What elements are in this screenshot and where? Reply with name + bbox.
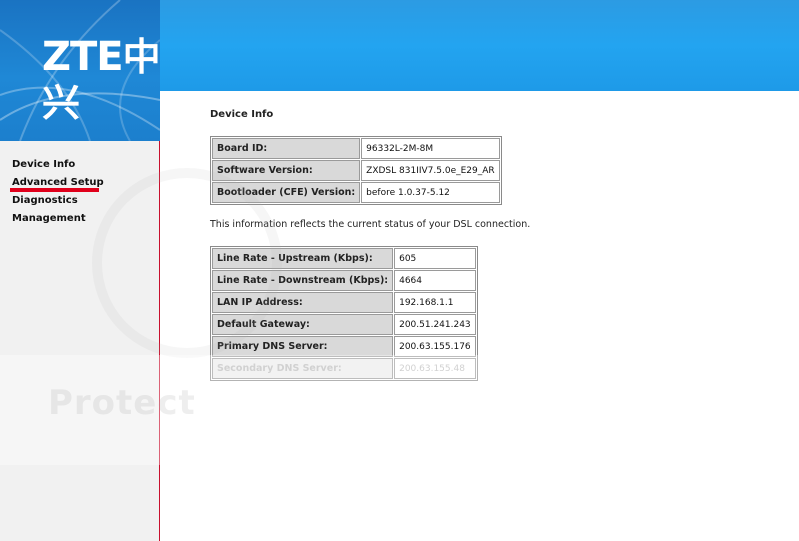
annotation-underline xyxy=(10,188,99,192)
sidebar-item-diagnostics[interactable]: Diagnostics xyxy=(12,195,78,206)
sidebar-item-device-info[interactable]: Device Info xyxy=(12,159,75,170)
default-gateway-value: 200.51.241.243 xyxy=(394,314,476,335)
sidebar-item-management[interactable]: Management xyxy=(12,213,86,224)
watermark-circle xyxy=(92,168,282,358)
downstream-rate-value: 4664 xyxy=(394,270,476,291)
table-row: Software Version: ZXDSL 831IIV7.5.0e_E29… xyxy=(212,160,500,181)
software-version-value: ZXDSL 831IIV7.5.0e_E29_AR xyxy=(361,160,500,181)
zte-logo: ZTE中兴 xyxy=(42,34,160,126)
watermark-text: Protect xyxy=(48,383,196,423)
board-id-label: Board ID: xyxy=(212,138,361,159)
logo-panel: ZTE中兴 xyxy=(0,0,160,141)
bootloader-version-value: before 1.0.37-5.12 xyxy=(361,182,500,203)
board-id-value: 96332L-2M-8M xyxy=(361,138,500,159)
software-version-label: Software Version: xyxy=(212,160,361,181)
upstream-rate-value: 605 xyxy=(394,248,476,269)
logo-latin: ZTE xyxy=(42,34,124,80)
lan-ip-value: 192.168.1.1 xyxy=(394,292,476,313)
table-row: Board ID: 96332L-2M-8M xyxy=(212,138,500,159)
primary-dns-value: 200.63.155.176 xyxy=(394,336,476,357)
table-row: Primary DNS Server: 200.63.155.176 xyxy=(212,336,476,357)
sidebar-item-advanced-setup[interactable]: Advanced Setup xyxy=(12,177,104,188)
page-title: Device Info xyxy=(210,109,274,120)
